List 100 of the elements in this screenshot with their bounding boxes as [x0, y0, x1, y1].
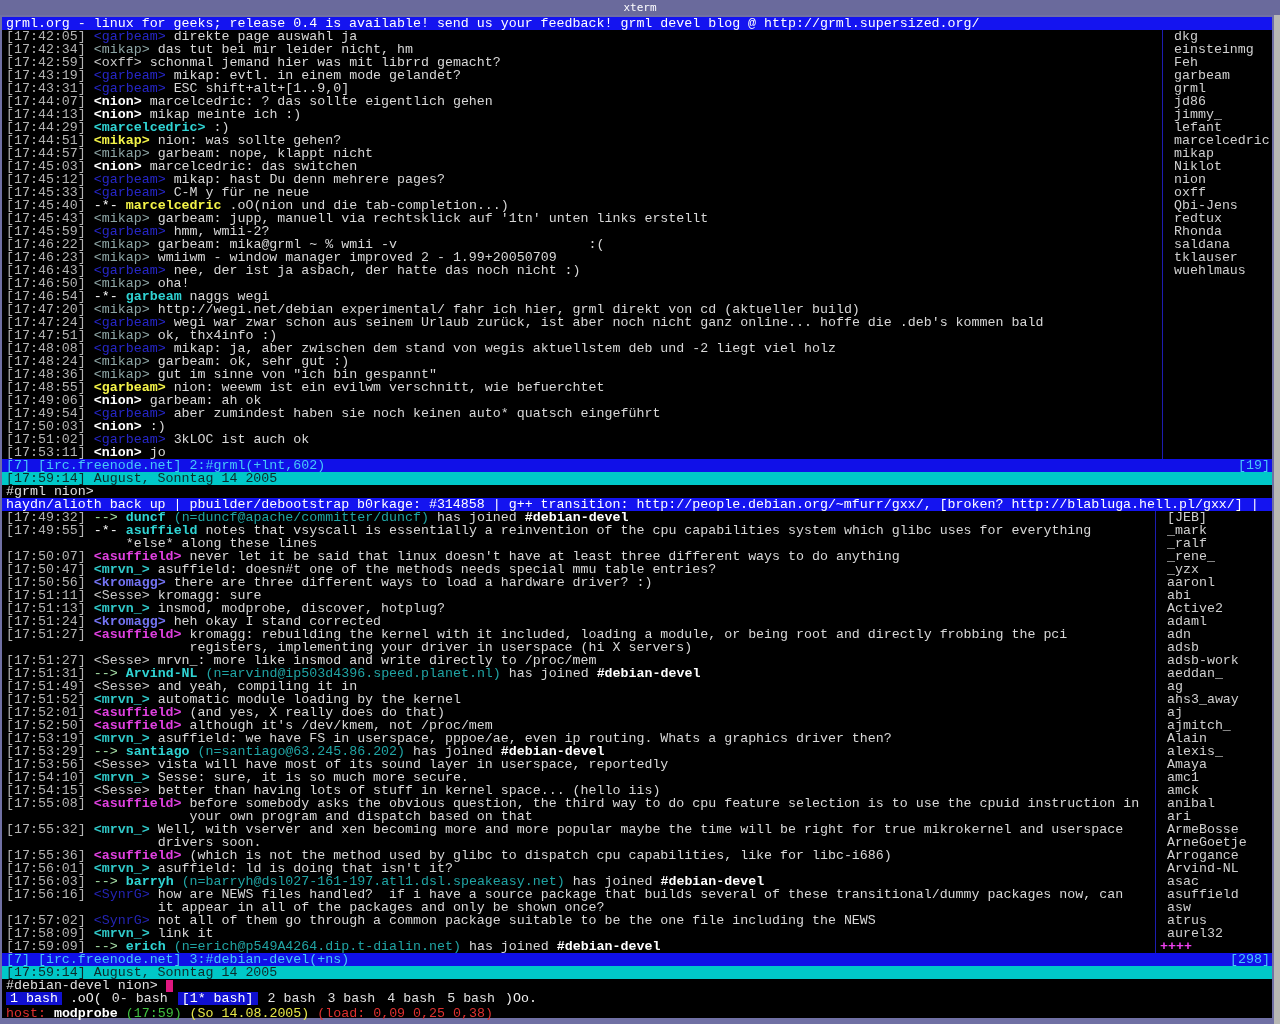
nick-list-item: [JEB]	[1167, 511, 1207, 524]
message-text: jo	[149, 446, 166, 459]
join-marker: -->	[93, 511, 118, 524]
nick-list-item: adaml	[1167, 615, 1207, 628]
nickname: <Sesse>	[93, 589, 150, 602]
status-count: [19]	[1238, 459, 1270, 472]
timestamp: [17:48:55]	[6, 381, 86, 394]
nick-list-item: ArneGoetje	[1167, 836, 1247, 849]
nick-list-item: Arvind-NL	[1167, 862, 1239, 875]
nickname: <garbeam>	[93, 342, 166, 355]
nick-list-item: Qbi-Jens	[1174, 199, 1238, 212]
message-text: aber zumindest haben sie noch keinen auto* quatsch eingeführt	[173, 407, 661, 420]
hardstatus-text: modprobe	[53, 1007, 118, 1020]
screen-window-tab[interactable]: 1 bash	[6, 992, 62, 1005]
nickname: <SynrG>	[93, 888, 150, 901]
message-text: marcelcedric: das switchen	[149, 160, 358, 173]
nickname: <mrvn_>	[93, 823, 150, 836]
message-text: there are three different ways to load a hardware driver? :)	[173, 576, 653, 589]
nick-list-item: dkg	[1174, 30, 1198, 43]
nickname: <garbeam>	[93, 264, 166, 277]
screen-window-tab[interactable]: 2 bash	[265, 992, 318, 1005]
timestamp: [17:51:52]	[6, 693, 86, 706]
message-text: garbeam: ok, sehr gut :)	[157, 355, 350, 368]
message-text: wegi war zwar schon aus seinem Urlaub zurück, ist aber noch nicht ganz online... hoffe die .deb's kommen bald	[173, 316, 1044, 329]
status-count: [298]	[1230, 953, 1270, 966]
nickname: <mrvn_>	[93, 563, 150, 576]
nick-list-item: marcelcedric	[1174, 134, 1270, 147]
screen-window-tab[interactable]: 3 bash	[325, 992, 378, 1005]
timestamp: [17:49:55]	[6, 524, 86, 537]
nick-list-item: alexis_	[1167, 745, 1223, 758]
timestamp: [17:50:56]	[6, 576, 86, 589]
nickname: <mrvn_>	[93, 693, 150, 706]
timestamp: [17:49:32]	[6, 511, 86, 524]
timestamp: [17:44:29]	[6, 121, 86, 134]
screen-window-tab[interactable]: 4 bash	[385, 992, 438, 1005]
nickname: <garbeam>	[93, 381, 166, 394]
timestamp: [17:51:24]	[6, 615, 86, 628]
nickname: marcelcedric	[125, 199, 222, 212]
timestamp: [17:42:05]	[6, 30, 86, 43]
join-text: has joined	[437, 511, 517, 524]
timestamp: [17:50:03]	[6, 420, 86, 433]
timestamp: [17:44:07]	[6, 95, 86, 108]
message-text: never let it be said that linux doesn't have at least three different ways to do anything	[189, 550, 900, 563]
nick-list-item: Alain	[1167, 732, 1207, 745]
timestamp: [17:52:50]	[6, 719, 86, 732]
message-text: C-M y für ne neue	[173, 186, 310, 199]
nickname: <garbeam>	[93, 30, 166, 43]
nick-list-item: ajmitch_	[1167, 719, 1231, 732]
timestamp: [17:46:22]	[6, 238, 86, 251]
screen-window-tab[interactable]: 5 bash	[445, 992, 498, 1005]
channel-name: #debian-devel	[596, 667, 701, 680]
nick-list-item: nion	[1174, 173, 1206, 186]
nickname: <mikap>	[93, 43, 150, 56]
message-text: Sesse: sure, it is so much more secure.	[157, 771, 469, 784]
timestamp: [17:55:08]	[6, 797, 86, 810]
nickname: <asuffield>	[93, 719, 182, 732]
status-window: [7] [irc.freenode.net] 3:#debian-devel(+ns)	[6, 953, 350, 966]
nickname: <mikap>	[93, 303, 150, 316]
nick-list-item: Niklot	[1174, 160, 1222, 173]
nickname: <Sesse>	[93, 680, 150, 693]
message-text: asuffield: ld is doing that isn't it?	[157, 862, 453, 875]
input-prompt: #debian-devel nion>	[6, 979, 158, 992]
hardstatus-text: (load: 0,09 0,25 0,38)	[317, 1007, 493, 1020]
nick-list-item: _rene_	[1167, 550, 1215, 563]
message-text: insmod, modprobe, discover, hotplug?	[157, 602, 445, 615]
message-text: although it's /dev/kmem, not /proc/mem	[189, 719, 493, 732]
timestamp: [17:55:32]	[6, 823, 86, 836]
nick-list-item: amc1	[1167, 771, 1199, 784]
message-text: kromagg: rebuilding the kernel with it included, loading a module, or being root and directly frobbing the pci registers, implementing your driver in userspace (hi X servers)	[189, 628, 1068, 654]
nickname: <Sesse>	[93, 654, 150, 667]
nickname: <mikap>	[93, 147, 150, 160]
nickname: <garbeam>	[93, 407, 166, 420]
timestamp: [17:53:56]	[6, 758, 86, 771]
channel-name: #debian-devel	[524, 511, 629, 524]
timestamp: [17:56:16]	[6, 888, 86, 901]
timestamp: [17:45:12]	[6, 173, 86, 186]
window-title: xterm	[623, 1, 657, 14]
nickname: <garbeam>	[93, 69, 166, 82]
nick-list-item: asac	[1167, 875, 1199, 888]
screen-window-tab[interactable]: 0- bash	[109, 992, 170, 1005]
user-host: (n=arvind@ip503d4396.speed.planet.nl)	[205, 667, 501, 680]
nickname: <kromagg>	[93, 615, 166, 628]
nickname: <nion>	[93, 95, 142, 108]
nick-list-item: aj	[1167, 706, 1183, 719]
nickname: Arvind-NL	[125, 667, 198, 680]
nickname: duncf	[125, 511, 166, 524]
nickname: <mikap>	[93, 134, 150, 147]
nickname: <Sesse>	[93, 784, 150, 797]
nickname: <asuffield>	[93, 849, 182, 862]
timestamp: [17:46:43]	[6, 264, 86, 277]
message-text: Well, with vserver and xen becoming more and more popular maybe the time will be right for true mikrokernel and userspace drivers soon.	[157, 823, 1124, 849]
nickname: <nion>	[93, 420, 142, 433]
message-text: notes that vsyscall is essentially a reinvention of the cpu capabilities system which glibc uses for everything	[205, 524, 1092, 537]
screen-window-tab[interactable]: [1* bash]	[177, 992, 258, 1005]
action-marker: -*-	[93, 199, 118, 212]
timestamp: [17:45:43]	[6, 212, 86, 225]
nick-list-item: mikap	[1174, 147, 1214, 160]
nickname: <mikap>	[93, 251, 150, 264]
nickname: <mrvn_>	[93, 602, 150, 615]
topic-text: haydn/alioth back up | pbuilder/debootstrap b0rkage: #314858 | g++ transition: http://people.debian.org/~mfurr/gxx/, [broken? http://blabluga.hell.pl/gxx/] |	[6, 497, 1259, 512]
